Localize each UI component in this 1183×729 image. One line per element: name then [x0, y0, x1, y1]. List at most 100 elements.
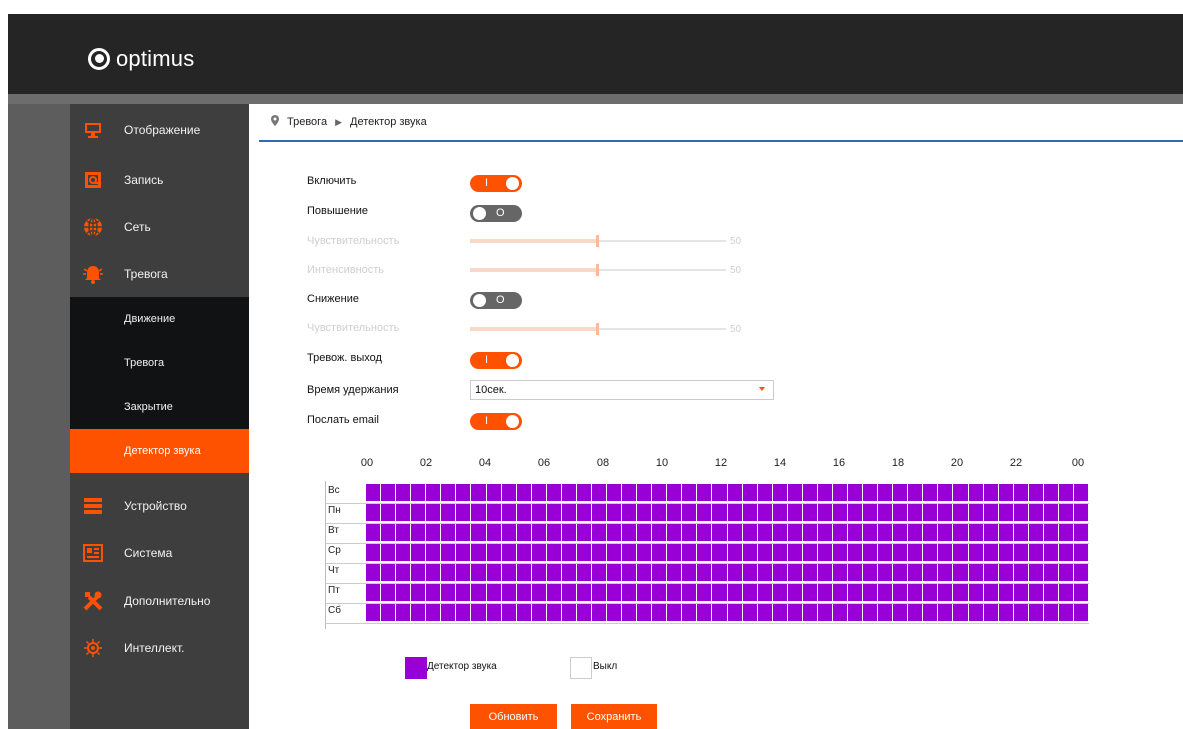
schedule-cell[interactable] — [1043, 504, 1058, 521]
schedule-cell[interactable] — [441, 524, 456, 541]
schedule-cell[interactable] — [923, 544, 938, 561]
schedule-cell[interactable] — [727, 564, 742, 581]
schedule-cell[interactable] — [667, 604, 682, 621]
schedule-cell[interactable] — [968, 604, 983, 621]
schedule-cell[interactable] — [441, 544, 456, 561]
schedule-cell[interactable] — [411, 484, 426, 501]
schedule-cell[interactable] — [366, 504, 381, 521]
schedule-cell[interactable] — [1073, 604, 1088, 621]
send-email-toggle[interactable]: I — [470, 413, 522, 430]
schedule-cell[interactable] — [1058, 584, 1073, 601]
schedule-cell[interactable] — [516, 584, 531, 601]
schedule-cell[interactable] — [787, 584, 802, 601]
schedule-cell[interactable] — [908, 524, 923, 541]
schedule-cell[interactable] — [1073, 564, 1088, 581]
schedule-cell[interactable] — [697, 604, 712, 621]
schedule-cell[interactable] — [1028, 524, 1043, 541]
schedule-cell[interactable] — [802, 524, 817, 541]
schedule-cell[interactable] — [787, 544, 802, 561]
schedule-cell[interactable] — [938, 484, 953, 501]
schedule-cell[interactable] — [456, 504, 471, 521]
schedule-cell[interactable] — [1043, 584, 1058, 601]
schedule-cell[interactable] — [381, 564, 396, 581]
delay-select[interactable]: 10сек. — [470, 380, 774, 400]
schedule-cell[interactable] — [802, 564, 817, 581]
sidebar-item-alarm[interactable]: Тревога — [70, 252, 249, 296]
schedule-cell[interactable] — [893, 544, 908, 561]
schedule-cell[interactable] — [1013, 504, 1028, 521]
schedule-cell[interactable] — [863, 524, 878, 541]
schedule-cell[interactable] — [1013, 524, 1028, 541]
schedule-cell[interactable] — [998, 544, 1013, 561]
schedule-cell[interactable] — [546, 564, 561, 581]
schedule-cell[interactable] — [832, 504, 847, 521]
schedule-cell[interactable] — [923, 504, 938, 521]
schedule-cell[interactable] — [983, 564, 998, 581]
refresh-button[interactable]: Обновить — [470, 704, 557, 729]
schedule-cell[interactable] — [938, 504, 953, 521]
schedule-cell[interactable] — [591, 524, 606, 541]
schedule-cell[interactable] — [787, 604, 802, 621]
schedule-cells[interactable] — [366, 564, 1088, 581]
schedule-cell[interactable] — [1043, 564, 1058, 581]
sidebar-item-network[interactable]: Сеть — [70, 205, 249, 249]
schedule-cell[interactable] — [1043, 544, 1058, 561]
schedule-cell[interactable] — [561, 524, 576, 541]
schedule-cell[interactable] — [486, 584, 501, 601]
schedule-cell[interactable] — [667, 584, 682, 601]
schedule-cell[interactable] — [622, 564, 637, 581]
schedule-cell[interactable] — [772, 504, 787, 521]
schedule-cell[interactable] — [576, 524, 591, 541]
schedule-cell[interactable] — [712, 504, 727, 521]
schedule-cell[interactable] — [1013, 584, 1028, 601]
schedule-cell[interactable] — [381, 484, 396, 501]
schedule-cells[interactable] — [366, 584, 1088, 601]
decrease-toggle[interactable]: O — [470, 292, 522, 309]
schedule-cell[interactable] — [893, 604, 908, 621]
schedule-cell[interactable] — [893, 564, 908, 581]
schedule-cell[interactable] — [531, 564, 546, 581]
schedule-cell[interactable] — [893, 484, 908, 501]
schedule-cell[interactable] — [607, 484, 622, 501]
schedule-cell[interactable] — [1028, 604, 1043, 621]
schedule-cell[interactable] — [637, 584, 652, 601]
schedule-cell[interactable] — [878, 484, 893, 501]
schedule-cell[interactable] — [637, 544, 652, 561]
submenu-item-sound-detector[interactable]: Детектор звука — [70, 429, 249, 473]
schedule-cell[interactable] — [1058, 544, 1073, 561]
schedule-cell[interactable] — [652, 504, 667, 521]
schedule-cell[interactable] — [863, 564, 878, 581]
schedule-cell[interactable] — [471, 564, 486, 581]
schedule-cell[interactable] — [953, 584, 968, 601]
schedule-cell[interactable] — [1073, 484, 1088, 501]
schedule-cell[interactable] — [426, 564, 441, 581]
schedule-cell[interactable] — [817, 584, 832, 601]
schedule-cell[interactable] — [682, 544, 697, 561]
schedule-cell[interactable] — [878, 584, 893, 601]
schedule-cell[interactable] — [938, 604, 953, 621]
schedule-cell[interactable] — [1028, 544, 1043, 561]
schedule-cell[interactable] — [953, 604, 968, 621]
schedule-cell[interactable] — [637, 484, 652, 501]
schedule-cell[interactable] — [772, 544, 787, 561]
schedule-cell[interactable] — [863, 544, 878, 561]
schedule-cell[interactable] — [1073, 504, 1088, 521]
schedule-cell[interactable] — [968, 544, 983, 561]
schedule-cell[interactable] — [697, 564, 712, 581]
schedule-cell[interactable] — [561, 504, 576, 521]
schedule-cell[interactable] — [712, 524, 727, 541]
schedule-cell[interactable] — [591, 584, 606, 601]
schedule-cell[interactable] — [983, 584, 998, 601]
schedule-cell[interactable] — [908, 584, 923, 601]
schedule-cell[interactable] — [486, 484, 501, 501]
schedule-cell[interactable] — [832, 524, 847, 541]
schedule-cell[interactable] — [396, 604, 411, 621]
schedule-cell[interactable] — [757, 524, 772, 541]
schedule-cell[interactable] — [607, 504, 622, 521]
schedule-cell[interactable] — [968, 484, 983, 501]
schedule-cell[interactable] — [772, 484, 787, 501]
schedule-cell[interactable] — [622, 604, 637, 621]
schedule-cell[interactable] — [727, 524, 742, 541]
schedule-cell[interactable] — [878, 524, 893, 541]
schedule-cell[interactable] — [486, 504, 501, 521]
